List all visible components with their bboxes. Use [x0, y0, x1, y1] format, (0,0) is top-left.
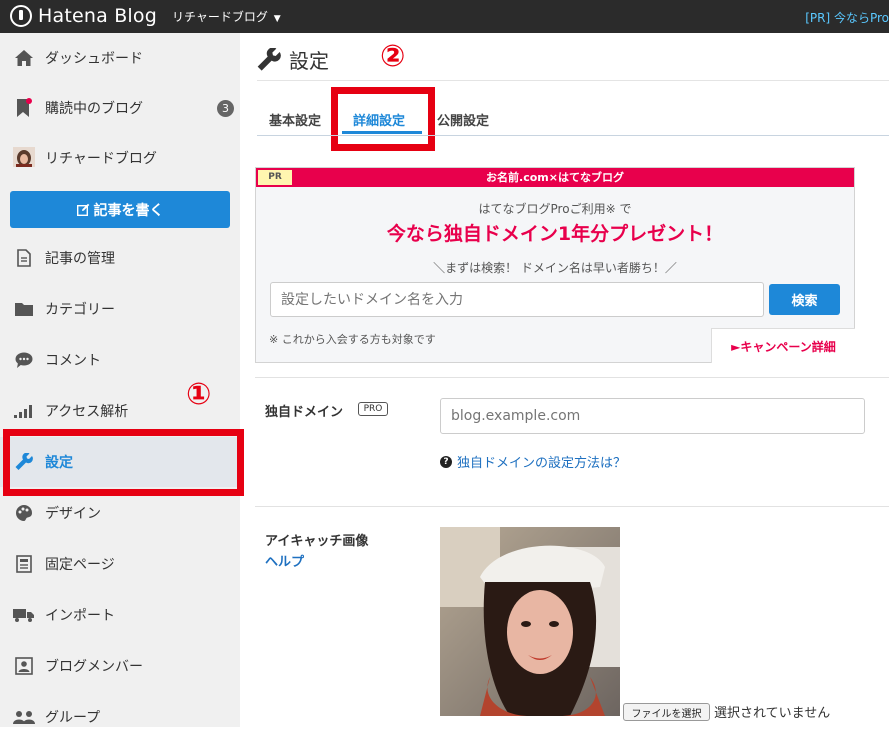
- hatena-logo-icon: [10, 5, 32, 27]
- sidebar-item-label: アクセス解析: [45, 404, 129, 420]
- page-title-text: 設定: [289, 49, 329, 73]
- sidebar-item-categories[interactable]: カテゴリー: [0, 284, 240, 334]
- tab-basic[interactable]: 基本設定: [269, 110, 321, 129]
- pr-banner: お名前.com×はてなブログ PR はてなブログProご利用※ で 今なら独自ド…: [255, 167, 855, 363]
- member-icon: [12, 654, 36, 678]
- sidebar-item-articles[interactable]: 記事の管理: [0, 233, 240, 283]
- document-icon: [12, 246, 36, 270]
- annotation-marker-2: ②: [380, 39, 406, 74]
- section-divider: [255, 377, 889, 378]
- top-pr-link[interactable]: [PR] 今ならPro: [805, 9, 889, 26]
- comment-icon: [12, 348, 36, 372]
- bookmark-icon: [12, 96, 36, 120]
- domain-search-button[interactable]: 検索: [769, 284, 840, 315]
- custom-domain-label: 独自ドメイン: [265, 405, 344, 420]
- sidebar-item-label: ダッシュボード: [45, 51, 143, 67]
- sidebar-item-import[interactable]: インポート: [0, 590, 240, 640]
- file-status-text: 選択されていません: [714, 706, 831, 721]
- pr-banner-header: お名前.com×はてなブログ: [256, 168, 854, 187]
- page-title: 設定: [257, 45, 329, 74]
- hatena-logo[interactable]: Hatena Blog: [10, 5, 157, 27]
- question-icon: ?: [440, 455, 452, 468]
- annotation-marker-1: ①: [186, 377, 212, 412]
- pr-subtitle: はてなブログProご利用※ で: [478, 202, 632, 216]
- signal-icon: [12, 399, 36, 423]
- palette-icon: [12, 501, 36, 525]
- page-icon: [12, 552, 36, 576]
- wrench-icon: [257, 47, 281, 71]
- pr-note: ※ これから入会する方も対象です: [269, 333, 436, 346]
- sidebar-item-groups[interactable]: グループ: [0, 692, 240, 742]
- blog-switcher-label: リチャードブログ: [172, 10, 268, 24]
- choose-file-button[interactable]: ファイルを選択: [623, 703, 710, 721]
- truck-icon: [12, 603, 36, 627]
- sidebar-item-pages[interactable]: 固定ページ: [0, 539, 240, 589]
- sidebar-item-dashboard[interactable]: ダッシュボード: [0, 33, 240, 83]
- folder-icon: [12, 297, 36, 321]
- eyecatch-image: [440, 527, 620, 716]
- pr-tag: PR: [258, 170, 292, 185]
- title-divider: [257, 80, 889, 81]
- sidebar-item-label: インポート: [45, 608, 115, 624]
- caret-down-icon: ▼: [273, 14, 281, 24]
- eyecatch-help-link[interactable]: ヘルプ: [265, 551, 304, 570]
- sidebar-item-label: カテゴリー: [45, 302, 115, 318]
- tab-publish[interactable]: 公開設定: [437, 110, 489, 129]
- sidebar-item-label: 記事の管理: [45, 251, 115, 267]
- sidebar-item-label: リチャードブログ: [45, 151, 157, 167]
- custom-domain-help-link[interactable]: ? 独自ドメインの設定方法は？: [440, 452, 626, 471]
- write-article-label: 記事を書く: [93, 202, 164, 219]
- tab-advanced[interactable]: 詳細設定: [353, 110, 405, 129]
- pr-catchphrase: ＼まずは検索！ ドメイン名は早い者勝ち！／: [433, 261, 677, 275]
- section-divider: [255, 506, 889, 507]
- eyecatch-label: アイキャッチ画像: [265, 534, 369, 549]
- logo-text: Hatena Blog: [38, 5, 157, 27]
- write-article-button[interactable]: 記事を書く: [10, 191, 230, 228]
- unread-count-badge: 3: [217, 100, 234, 117]
- home-icon: [12, 46, 36, 70]
- campaign-details-button[interactable]: ►キャンペーン詳細: [711, 328, 855, 363]
- pro-badge: PRO: [358, 402, 388, 416]
- custom-domain-help-text: 独自ドメインの設定方法は？: [457, 456, 627, 471]
- active-tab-indicator: [342, 131, 422, 134]
- sidebar-item-label: 固定ページ: [45, 557, 115, 573]
- sidebar-item-label: デザイン: [45, 506, 101, 522]
- group-icon: [12, 705, 36, 729]
- custom-domain-input[interactable]: [440, 398, 865, 434]
- sidebar-item-label: ブログメンバー: [45, 659, 143, 675]
- sidebar-item-label: コメント: [45, 353, 101, 369]
- pr-headline: 今なら独自ドメイン1年分プレゼント！: [386, 223, 724, 245]
- settings-highlight-box: [3, 429, 244, 496]
- top-bar: Hatena Blog リチャードブログ ▼ [PR] 今ならPro: [0, 0, 889, 33]
- sidebar-item-label: グループ: [45, 710, 101, 726]
- sidebar-item-label: 購読中のブログ: [45, 101, 143, 117]
- blog-switcher[interactable]: リチャードブログ ▼: [172, 8, 281, 25]
- sidebar-item-members[interactable]: ブログメンバー: [0, 641, 240, 691]
- sidebar-item-subscriptions[interactable]: 購読中のブログ 3: [0, 83, 240, 133]
- edit-icon: [76, 203, 89, 216]
- domain-search-input[interactable]: [270, 282, 764, 317]
